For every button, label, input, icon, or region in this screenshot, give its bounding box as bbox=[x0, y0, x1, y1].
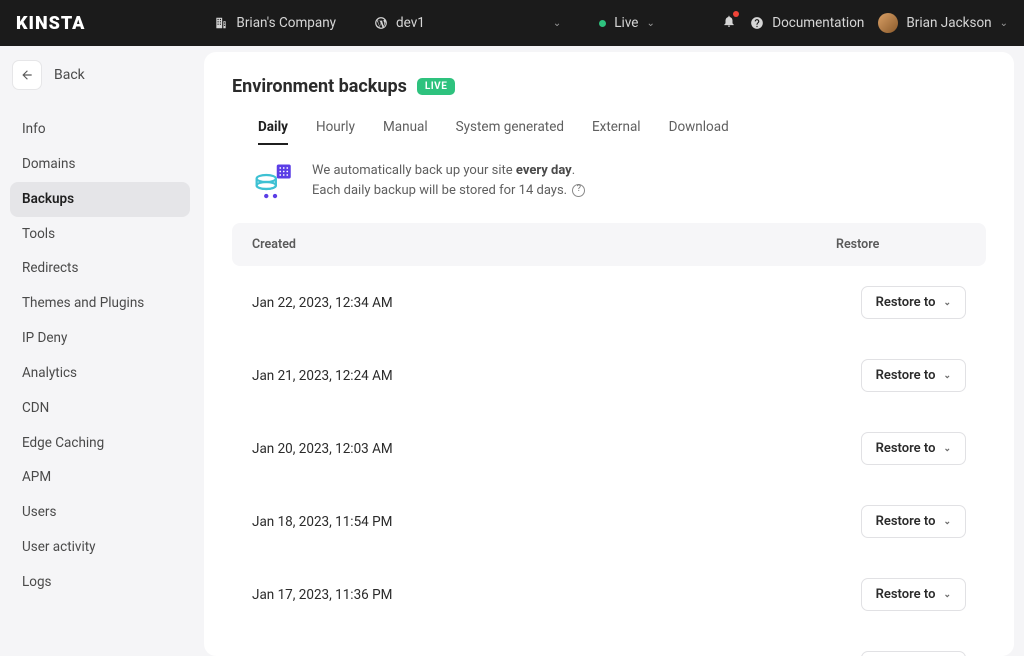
content-panel: Environment backups LIVE Daily Hourly Manu… bbox=[204, 52, 1014, 656]
documentation-link[interactable]: Documentation bbox=[750, 15, 864, 31]
env-selector[interactable]: dev1 ⌄ bbox=[374, 15, 561, 31]
sidebar-item-info[interactable]: Info bbox=[10, 112, 190, 147]
info-line2: Each daily backup will be stored for 14 … bbox=[312, 183, 567, 198]
topbar: KINSTA Brian's Company dev1 ⌄ Live ⌄ Doc… bbox=[0, 0, 1024, 46]
sidebar-item-edge-caching[interactable]: Edge Caching bbox=[10, 426, 190, 461]
table-row: Jan 21, 2023, 12:24 AMRestore to ⌄ bbox=[232, 339, 986, 412]
kinsta-logo: KINSTA bbox=[16, 13, 85, 34]
restore-label: Restore to bbox=[876, 368, 936, 383]
tab-hourly[interactable]: Hourly bbox=[316, 119, 355, 145]
help-icon bbox=[750, 16, 764, 30]
status-label: Live bbox=[614, 15, 638, 31]
info-line1-c: . bbox=[572, 163, 575, 178]
sidebar-item-users[interactable]: Users bbox=[10, 495, 190, 530]
restore-label: Restore to bbox=[876, 295, 936, 310]
restore-to-button[interactable]: Restore to ⌄ bbox=[861, 432, 966, 465]
info-banner: We automatically back up your site every… bbox=[232, 161, 986, 223]
table-row: Jan 18, 2023, 11:54 PMRestore to ⌄ bbox=[232, 485, 986, 558]
table-row: Jan 17, 2023, 11:36 PMRestore to ⌄ bbox=[232, 558, 986, 631]
sidebar-item-analytics[interactable]: Analytics bbox=[10, 356, 190, 391]
table-row: Jan 22, 2023, 12:34 AMRestore to ⌄ bbox=[232, 266, 986, 339]
tab-system-generated[interactable]: System generated bbox=[456, 119, 564, 145]
sidebar-nav: InfoDomainsBackupsToolsRedirectsThemes a… bbox=[10, 112, 190, 600]
restore-to-button[interactable]: Restore to ⌄ bbox=[861, 505, 966, 538]
restore-label: Restore to bbox=[876, 441, 936, 456]
backup-table-header: Created Restore bbox=[232, 223, 986, 266]
sidebar-item-tools[interactable]: Tools bbox=[10, 217, 190, 252]
env-name: dev1 bbox=[396, 15, 425, 31]
tab-daily[interactable]: Daily bbox=[258, 119, 288, 145]
backup-created: Jan 22, 2023, 12:34 AM bbox=[252, 295, 861, 311]
backup-created: Jan 18, 2023, 11:54 PM bbox=[252, 514, 861, 530]
status-selector[interactable]: Live ⌄ bbox=[599, 15, 655, 31]
backup-created: Jan 21, 2023, 12:24 AM bbox=[252, 368, 861, 384]
chevron-down-icon: ⌄ bbox=[943, 371, 951, 381]
sidebar-item-apm[interactable]: APM bbox=[10, 460, 190, 495]
notifications-button[interactable] bbox=[722, 14, 736, 32]
sidebar-item-user-activity[interactable]: User activity bbox=[10, 530, 190, 565]
sidebar: Back InfoDomainsBackupsToolsRedirectsThe… bbox=[0, 46, 200, 656]
avatar bbox=[878, 13, 898, 33]
sidebar-item-cdn[interactable]: CDN bbox=[10, 391, 190, 426]
chevron-down-icon: ⌄ bbox=[943, 444, 951, 454]
sidebar-item-redirects[interactable]: Redirects bbox=[10, 251, 190, 286]
chevron-down-icon: ⌄ bbox=[646, 18, 654, 29]
backup-tabs: Daily Hourly Manual System generated Externa… bbox=[232, 119, 986, 145]
company-selector[interactable]: Brian's Company bbox=[214, 15, 336, 31]
arrow-left-icon bbox=[20, 68, 34, 82]
col-created-header: Created bbox=[252, 237, 836, 252]
restore-to-button[interactable]: Restore to ⌄ bbox=[861, 651, 966, 656]
tab-manual[interactable]: Manual bbox=[383, 119, 428, 145]
sidebar-item-ip-deny[interactable]: IP Deny bbox=[10, 321, 190, 356]
col-restore-header: Restore bbox=[836, 237, 966, 252]
restore-to-button[interactable]: Restore to ⌄ bbox=[861, 578, 966, 611]
chevron-down-icon: ⌄ bbox=[943, 590, 951, 600]
tab-download[interactable]: Download bbox=[669, 119, 729, 145]
backup-created: Jan 17, 2023, 11:36 PM bbox=[252, 587, 861, 603]
table-row: Jan 16, 2023, 11:19 PMRestore to ⌄ bbox=[232, 631, 986, 656]
sidebar-item-backups[interactable]: Backups bbox=[10, 182, 190, 217]
backup-rows: Jan 22, 2023, 12:34 AMRestore to ⌄Jan 21… bbox=[232, 266, 986, 656]
restore-to-button[interactable]: Restore to ⌄ bbox=[861, 286, 966, 319]
tab-external[interactable]: External bbox=[592, 119, 641, 145]
notification-dot bbox=[733, 11, 739, 17]
page-title: Environment backups bbox=[232, 76, 407, 97]
status-dot-icon bbox=[599, 20, 606, 27]
user-name: Brian Jackson bbox=[906, 15, 991, 31]
info-line1-a: We automatically back up your site bbox=[312, 163, 516, 178]
company-name: Brian's Company bbox=[236, 15, 336, 31]
back-label: Back bbox=[54, 67, 85, 83]
backup-database-icon bbox=[254, 161, 296, 203]
sidebar-item-domains[interactable]: Domains bbox=[10, 147, 190, 182]
sidebar-item-logs[interactable]: Logs bbox=[10, 565, 190, 600]
chevron-down-icon: ⌄ bbox=[553, 18, 561, 29]
chevron-down-icon: ⌄ bbox=[1000, 18, 1008, 29]
building-icon bbox=[214, 16, 228, 30]
info-help-icon[interactable]: ? bbox=[572, 184, 585, 197]
chevron-down-icon: ⌄ bbox=[943, 298, 951, 308]
wordpress-icon bbox=[374, 16, 388, 30]
main-container: Back InfoDomainsBackupsToolsRedirectsThe… bbox=[0, 46, 1024, 656]
restore-to-button[interactable]: Restore to ⌄ bbox=[861, 359, 966, 392]
restore-label: Restore to bbox=[876, 514, 936, 529]
restore-label: Restore to bbox=[876, 587, 936, 602]
user-menu[interactable]: Brian Jackson ⌄ bbox=[878, 13, 1008, 33]
info-line1-b: every day bbox=[516, 163, 572, 178]
back-button[interactable] bbox=[12, 60, 42, 90]
documentation-label: Documentation bbox=[772, 15, 864, 31]
sidebar-item-themes-and-plugins[interactable]: Themes and Plugins bbox=[10, 286, 190, 321]
chevron-down-icon: ⌄ bbox=[943, 517, 951, 527]
table-row: Jan 20, 2023, 12:03 AMRestore to ⌄ bbox=[232, 412, 986, 485]
live-badge: LIVE bbox=[417, 78, 456, 95]
backup-created: Jan 20, 2023, 12:03 AM bbox=[252, 441, 861, 457]
